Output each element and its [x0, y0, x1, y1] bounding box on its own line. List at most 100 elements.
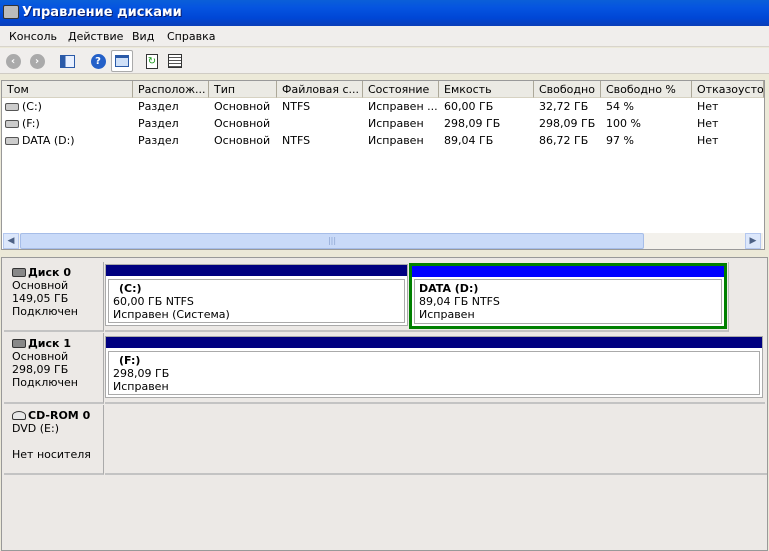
- column-header[interactable]: Состояние: [363, 81, 439, 98]
- help-button[interactable]: ?: [89, 52, 107, 70]
- disk-status: Подключен: [12, 376, 78, 389]
- forward-button[interactable]: ›: [28, 52, 46, 70]
- help-icon: ?: [90, 53, 106, 69]
- partition-name: (F:): [119, 354, 141, 367]
- table-cell: Нет: [692, 132, 764, 149]
- partition-status: Исправен (Система): [113, 308, 230, 321]
- disk-status: Подключен: [12, 305, 78, 318]
- toolbar: ‹ › ? ↻: [0, 48, 769, 74]
- volume-icon: [5, 137, 19, 145]
- disk-0-partitions: (C:) 60,00 ГБ NTFS Исправен (Система) DA…: [105, 262, 729, 332]
- table-row[interactable]: (C:) Раздел Основной NTFS Исправен ... 60,00 …: [2, 98, 764, 115]
- volume-icon: [5, 120, 19, 128]
- cell-text: (F:): [22, 117, 40, 130]
- scroll-right-button[interactable]: ▶: [745, 233, 761, 249]
- cell-text: Основной: [214, 100, 271, 113]
- forward-icon: ›: [29, 53, 45, 69]
- menu-bar: Консоль Действие Вид Справка: [0, 26, 769, 47]
- horizontal-scrollbar[interactable]: ◀ ||| ▶: [3, 233, 763, 249]
- menu-action[interactable]: Действие: [68, 30, 123, 43]
- table-cell: Раздел: [133, 115, 209, 132]
- table-cell: NTFS: [277, 98, 363, 115]
- back-button[interactable]: ‹: [4, 52, 22, 70]
- column-header[interactable]: Отказоустой: [692, 81, 764, 98]
- cell-text: 89,04 ГБ: [444, 134, 494, 147]
- partition-c[interactable]: (C:) 60,00 ГБ NTFS Исправен (Система): [105, 264, 408, 326]
- column-header[interactable]: Том: [2, 81, 133, 98]
- cell-text: Нет: [697, 134, 719, 147]
- column-header[interactable]: Тип: [209, 81, 277, 98]
- menu-view[interactable]: Вид: [132, 30, 154, 43]
- refresh-button[interactable]: ↻: [143, 52, 161, 70]
- cell-text: Раздел: [138, 100, 179, 113]
- cell-text: 60,00 ГБ: [444, 100, 494, 113]
- disk-map-pane: Диск 0 Основной 149,05 ГБ Подключен (C:)…: [1, 257, 768, 551]
- disk-type: DVD (E:): [12, 422, 60, 435]
- cell-text: 100 %: [606, 117, 641, 130]
- partition-size: 89,04 ГБ NTFS: [419, 295, 500, 308]
- table-cell: 89,04 ГБ: [439, 132, 534, 149]
- table-cell: 86,72 ГБ: [534, 132, 601, 149]
- table-row[interactable]: DATA (D:) Раздел Основной NTFS Исправен 89,04…: [2, 132, 764, 149]
- cell-text: NTFS: [282, 100, 311, 113]
- cell-text: 298,09 ГБ: [444, 117, 501, 130]
- disk-name: Диск 0: [28, 266, 71, 279]
- table-cell: 60,00 ГБ: [439, 98, 534, 115]
- table-cell: DATA (D:): [2, 132, 133, 149]
- cell-text: 54 %: [606, 100, 634, 113]
- column-header[interactable]: Располож...: [133, 81, 209, 98]
- disk-0-label[interactable]: Диск 0 Основной 149,05 ГБ Подключен: [4, 262, 104, 332]
- volume-icon: [5, 103, 19, 111]
- table-cell: Основной: [209, 132, 277, 149]
- partition-bar: [106, 337, 762, 348]
- cell-text: Раздел: [138, 117, 179, 130]
- cell-text: Исправен: [368, 134, 424, 147]
- cell-text: (C:): [22, 100, 42, 113]
- table-cell: Нет: [692, 115, 764, 132]
- table-cell: Основной: [209, 98, 277, 115]
- column-header[interactable]: Свободно %: [601, 81, 692, 98]
- disk-status: Нет носителя: [12, 448, 91, 461]
- partition-d-selected[interactable]: DATA (D:) 89,04 ГБ NTFS Исправен: [409, 263, 727, 329]
- show-hide-tree-button[interactable]: [58, 52, 76, 70]
- disk-size: 298,09 ГБ: [12, 363, 69, 376]
- table-cell: Исправен: [363, 115, 439, 132]
- menu-console[interactable]: Консоль: [9, 30, 57, 43]
- show-hide-tree-icon: [59, 54, 75, 68]
- menu-help[interactable]: Справка: [167, 30, 215, 43]
- table-row[interactable]: (F:) Раздел Основной Исправен 298,09 ГБ 298,0…: [2, 115, 764, 132]
- cdrom-0-label[interactable]: CD-ROM 0 DVD (E:) Нет носителя: [4, 405, 104, 475]
- column-header[interactable]: Свободно: [534, 81, 601, 98]
- cdrom-icon: [12, 411, 26, 420]
- disk-management-icon: [3, 5, 19, 19]
- disk-1-label[interactable]: Диск 1 Основной 298,09 ГБ Подключен: [4, 333, 104, 404]
- table-cell: 100 %: [601, 115, 692, 132]
- volume-list: Том Располож... Тип Файловая с... Состоя…: [1, 80, 765, 250]
- scroll-left-button[interactable]: ◀: [3, 233, 19, 249]
- scrollbar-thumb[interactable]: |||: [20, 233, 644, 249]
- table-cell: (F:): [2, 115, 133, 132]
- cell-text: 298,09 ГБ: [539, 117, 596, 130]
- table-cell: Раздел: [133, 98, 209, 115]
- partition-bar: [106, 265, 407, 276]
- disk-size: 149,05 ГБ: [12, 292, 69, 305]
- cell-text: Нет: [697, 117, 719, 130]
- column-header[interactable]: Файловая с...: [277, 81, 363, 98]
- cell-text: 97 %: [606, 134, 634, 147]
- settings-icon: [168, 54, 182, 68]
- cell-text: Раздел: [138, 134, 179, 147]
- title-bar: Управление дисками: [0, 0, 769, 26]
- properties-button[interactable]: [111, 50, 133, 72]
- settings-button[interactable]: [166, 52, 184, 70]
- cell-text: 32,72 ГБ: [539, 100, 589, 113]
- column-header[interactable]: Емкость: [439, 81, 534, 98]
- table-cell: NTFS: [277, 132, 363, 149]
- cell-text: Нет: [697, 100, 719, 113]
- partition-f[interactable]: (F:) 298,09 ГБ Исправен: [105, 336, 763, 398]
- partition-size: 60,00 ГБ NTFS: [113, 295, 194, 308]
- partition-status: Исправен: [113, 380, 169, 393]
- table-cell: [277, 115, 363, 132]
- disk-name: CD-ROM 0: [28, 409, 91, 422]
- table-cell: 298,09 ГБ: [534, 115, 601, 132]
- cell-text: Основной: [214, 117, 271, 130]
